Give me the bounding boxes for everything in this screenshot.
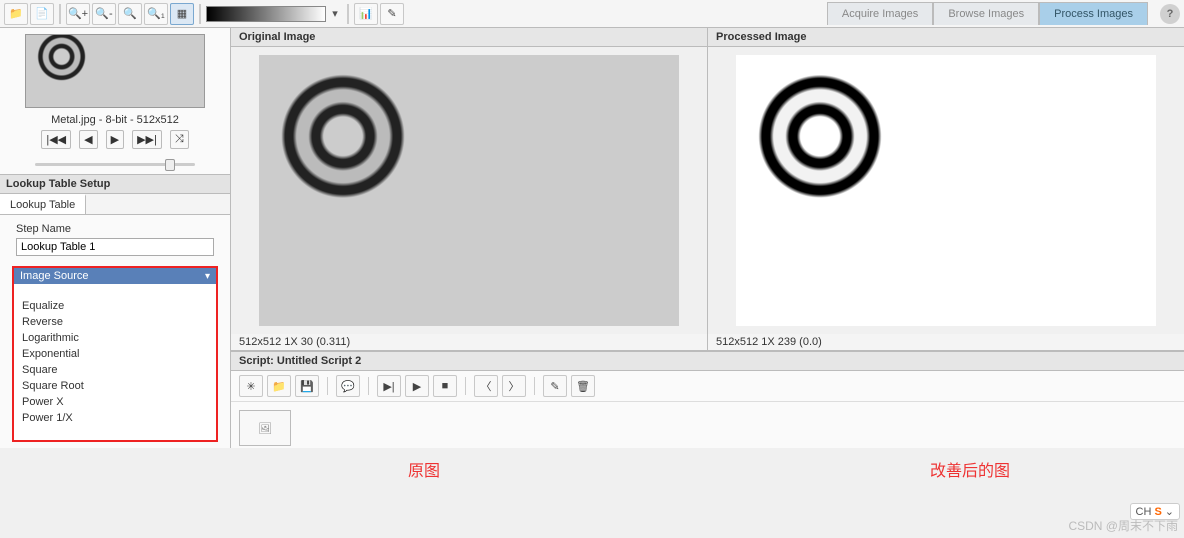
setup-header: Lookup Table Setup bbox=[0, 174, 230, 194]
delete-step-icon[interactable]: 🗑 bbox=[571, 375, 595, 397]
stop-icon[interactable]: ■ bbox=[433, 375, 457, 397]
annotation-processed: 改善后的图 bbox=[930, 457, 1010, 481]
divider bbox=[368, 377, 369, 395]
original-image-viewport[interactable] bbox=[231, 47, 707, 334]
watermark: CSDN @周末不下雨 bbox=[1068, 517, 1178, 534]
original-status: 512x512 1X 30 (0.311) bbox=[231, 334, 707, 350]
list-item[interactable]: Square Root bbox=[14, 378, 216, 394]
original-header: Original Image bbox=[231, 28, 707, 47]
image-source-listbox: Image Source ▾ Equalize Reverse Logarith… bbox=[12, 266, 218, 442]
zoom-out-icon[interactable]: 🔍- bbox=[92, 3, 116, 25]
last-frame-button[interactable]: ▶▶| bbox=[132, 130, 162, 149]
script-toolbar: ✳ 📁 💾 💬 ▶| ▶ ■ 〈 〉 ✎ 🗑 bbox=[231, 371, 1184, 402]
zoom-in-icon[interactable]: 🔍+ bbox=[66, 3, 90, 25]
list-item[interactable]: Square bbox=[14, 362, 216, 378]
help-icon[interactable]: ? bbox=[1160, 4, 1180, 24]
mode-tabs: Acquire Images Browse Images Process Ima… bbox=[827, 2, 1148, 25]
divider bbox=[327, 377, 328, 395]
gradient-dropdown-icon[interactable]: ▾ bbox=[328, 3, 342, 25]
list-item[interactable]: Equalize bbox=[14, 298, 216, 314]
divider bbox=[199, 4, 201, 24]
step-name-field: Step Name bbox=[10, 215, 220, 256]
step-forward-icon[interactable]: 〉 bbox=[502, 375, 526, 397]
step-name-label: Step Name bbox=[16, 223, 214, 235]
step-back-icon[interactable]: 〈 bbox=[474, 375, 498, 397]
selection-tool-icon[interactable]: ▦ bbox=[170, 3, 194, 25]
tab-browse[interactable]: Browse Images bbox=[933, 2, 1039, 25]
main-area: Metal.jpg - 8-bit - 512x512 |◀◀ ◀ ▶ ▶▶| … bbox=[0, 28, 1184, 448]
new-script-icon[interactable]: ✳ bbox=[239, 375, 263, 397]
divider bbox=[59, 4, 61, 24]
tab-acquire[interactable]: Acquire Images bbox=[827, 2, 933, 25]
run-once-icon[interactable]: ▶| bbox=[377, 375, 401, 397]
run-icon[interactable]: ▶ bbox=[405, 375, 429, 397]
processed-status: 512x512 1X 239 (0.0) bbox=[708, 334, 1184, 350]
zoom-1-1-icon[interactable]: 🔍₁ bbox=[144, 3, 168, 25]
play-button[interactable]: ▶ bbox=[106, 130, 124, 149]
script-step-thumbnail[interactable]: 🖼 bbox=[239, 410, 291, 446]
list-item[interactable]: Reverse bbox=[14, 314, 216, 330]
loop-button[interactable]: ⤨ bbox=[170, 130, 189, 149]
slider-thumb[interactable] bbox=[165, 159, 175, 171]
list-item[interactable]: Logarithmic bbox=[14, 330, 216, 346]
divider bbox=[534, 377, 535, 395]
divider bbox=[347, 4, 349, 24]
open-file-icon[interactable]: 📁 bbox=[4, 3, 28, 25]
script-header: Script: Untitled Script 2 bbox=[231, 352, 1184, 371]
content-panel: Original Image 512x512 1X 30 (0.311) Pro… bbox=[231, 28, 1184, 448]
script-steps: 🖼 bbox=[231, 402, 1184, 448]
chevron-down-icon: ▾ bbox=[205, 271, 210, 282]
listbox-header[interactable]: Image Source ▾ bbox=[14, 268, 216, 284]
step-name-input[interactable] bbox=[16, 238, 214, 256]
list-item[interactable]: Power 1/X bbox=[14, 410, 216, 426]
playback-controls: |◀◀ ◀ ▶ ▶▶| ⤨ bbox=[10, 130, 220, 149]
list-item[interactable]: Power X bbox=[14, 394, 216, 410]
edit-step-icon[interactable]: ✎ bbox=[543, 375, 567, 397]
brightness-icon[interactable]: ✎ bbox=[380, 3, 404, 25]
processed-header: Processed Image bbox=[708, 28, 1184, 47]
main-toolbar: 📁 📄 🔍+ 🔍- 🔍 🔍₁ ▦ ▾ 📊 ✎ Acquire Images Br… bbox=[0, 0, 1184, 28]
histogram-icon[interactable]: 📊 bbox=[354, 3, 378, 25]
tab-lookup-table[interactable]: Lookup Table bbox=[0, 194, 86, 214]
save-file-icon[interactable]: 📄 bbox=[30, 3, 54, 25]
setup-tabs: Lookup Table bbox=[0, 194, 230, 215]
zoom-fit-icon[interactable]: 🔍 bbox=[118, 3, 142, 25]
processed-image-viewport[interactable] bbox=[708, 47, 1184, 334]
frame-slider[interactable] bbox=[35, 157, 195, 164]
processed-image-panel: Processed Image 512x512 1X 239 (0.0) bbox=[708, 28, 1184, 350]
original-image-panel: Original Image 512x512 1X 30 (0.311) bbox=[231, 28, 708, 350]
ime-lang: CH bbox=[1136, 506, 1152, 518]
ime-sogou-icon: S bbox=[1154, 506, 1161, 518]
image-thumbnail[interactable] bbox=[25, 34, 205, 108]
tab-process[interactable]: Process Images bbox=[1039, 2, 1148, 25]
script-panel: Script: Untitled Script 2 ✳ 📁 💾 💬 ▶| ▶ ■… bbox=[231, 351, 1184, 448]
open-script-icon[interactable]: 📁 bbox=[267, 375, 291, 397]
listbox-header-label: Image Source bbox=[20, 270, 88, 282]
thumbnail-info: Metal.jpg - 8-bit - 512x512 bbox=[10, 114, 220, 126]
lut-gradient[interactable] bbox=[206, 6, 326, 22]
save-script-icon[interactable]: 💾 bbox=[295, 375, 319, 397]
list-item[interactable]: Exponential bbox=[14, 346, 216, 362]
prev-frame-button[interactable]: ◀ bbox=[79, 130, 97, 149]
divider bbox=[465, 377, 466, 395]
comment-icon[interactable]: 💬 bbox=[336, 375, 360, 397]
image-viewer-row: Original Image 512x512 1X 30 (0.311) Pro… bbox=[231, 28, 1184, 351]
left-panel: Metal.jpg - 8-bit - 512x512 |◀◀ ◀ ▶ ▶▶| … bbox=[0, 28, 231, 448]
first-frame-button[interactable]: |◀◀ bbox=[41, 130, 71, 149]
annotation-original: 原图 bbox=[408, 457, 440, 481]
